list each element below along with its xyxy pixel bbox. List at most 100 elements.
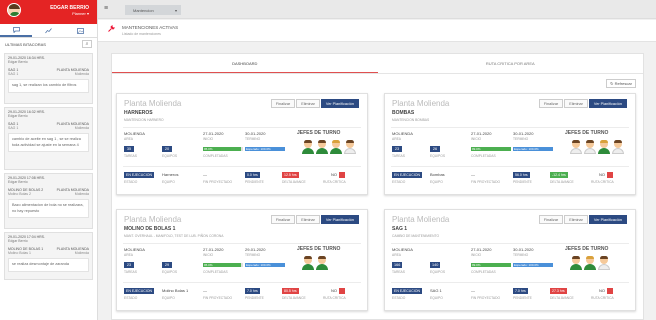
projected-end-value: —: [471, 288, 475, 293]
card-description: CAMBIO DE MANTENIMIENTO: [392, 234, 440, 238]
delta-label: DELTA AVANCE: [550, 180, 574, 184]
end-date-label: TERMINO: [513, 137, 529, 141]
module-tab[interactable]: Mantencion ▾: [125, 5, 181, 15]
card-actions: Finalizar Eliminar Ver Planificación: [270, 99, 359, 108]
log-sub-right: Molienda: [74, 72, 89, 76]
pending-label: PENDIENTE: [245, 296, 264, 300]
shift-lead-avatar[interactable]: [344, 140, 356, 154]
maintenance-card: Planta Molienda HARNEROS MANTENCION HARNER…: [116, 93, 368, 195]
completed-progress-bar: 99.0%: [471, 147, 511, 151]
completed-progress-fill: 99.0%: [471, 263, 511, 267]
tasks-badge: 35: [124, 146, 134, 152]
search-icon[interactable]: ⌕: [82, 40, 92, 48]
card-actions: Finalizar Eliminar Ver Planificación: [538, 215, 627, 224]
delete-button[interactable]: Eliminar: [296, 99, 320, 108]
shift-lead-avatar[interactable]: [584, 140, 596, 154]
finalize-button[interactable]: Finalizar: [270, 215, 296, 224]
user-role-dropdown[interactable]: Planner ▾: [72, 11, 89, 16]
status-label: ESTADO: [392, 180, 406, 184]
shift-lead-avatar[interactable]: [302, 256, 314, 270]
tab-ruta-critica[interactable]: RUTA CRITICA POR AREA: [378, 54, 644, 73]
critical-path-label: RUTA CRITICA: [591, 180, 614, 184]
start-date-value: 27-01-2020: [471, 131, 492, 136]
expected-progress-fill: Esperado: 100.0%: [245, 147, 285, 151]
area-value: MOLIENDA: [392, 247, 413, 252]
end-date-value: 30-01-2020: [513, 247, 534, 252]
equipment-count-label: EQUIPOS: [162, 270, 178, 274]
log-sub-left: Molino Bolas 1: [8, 251, 31, 255]
critical-path-indicator: [339, 172, 345, 178]
equipment-label: EQUIPO: [162, 180, 175, 184]
expected-progress-fill: Esperado: 100.0%: [513, 147, 553, 151]
shift-lead-avatar[interactable]: [330, 140, 342, 154]
card-divider: [391, 166, 629, 167]
start-date-label: INICIO: [203, 253, 214, 257]
delete-button[interactable]: Eliminar: [564, 99, 588, 108]
tasks-label: TAREAS: [392, 270, 405, 274]
tasks-label: TAREAS: [124, 154, 137, 158]
log-card[interactable]: 29-01-2020 16:32 HRS. Edgar Berrio SAG 1…: [4, 107, 93, 170]
equipment-value: Harneros: [162, 172, 179, 177]
delete-button[interactable]: Eliminar: [564, 215, 588, 224]
shift-lead-avatar[interactable]: [598, 140, 610, 154]
image-icon[interactable]: [65, 24, 97, 37]
finalize-button[interactable]: Finalizar: [538, 99, 564, 108]
log-text: se realiza desmontaje de zaranda: [8, 258, 89, 272]
delete-button[interactable]: Eliminar: [296, 215, 320, 224]
avatar[interactable]: [7, 3, 21, 17]
chevron-down-icon: ▾: [174, 7, 177, 13]
maintenance-card: Planta Molienda SAG 1 CAMBIO DE MANTENIMIE…: [384, 209, 636, 311]
critical-path-indicator: [607, 288, 613, 294]
log-text: cambio de aceite en sag 1 , se se realiz…: [8, 133, 89, 152]
menu-icon[interactable]: ≡: [104, 5, 108, 12]
critical-path-label: RUTA CRITICA: [323, 296, 346, 300]
completed-label: COMPLETADAS: [203, 270, 228, 274]
card-divider: [391, 282, 629, 283]
page-header: MANTENCIONES ACTIVAS Listado de mantenci…: [98, 20, 656, 42]
shift-lead-avatar[interactable]: [584, 256, 596, 270]
finalize-button[interactable]: Finalizar: [270, 99, 296, 108]
view-planning-button[interactable]: Ver Planificación: [320, 215, 359, 224]
view-planning-button[interactable]: Ver Planificación: [588, 215, 627, 224]
refresh-button[interactable]: ↻ Refrescar: [606, 79, 636, 88]
shift-lead-avatar[interactable]: [612, 140, 624, 154]
start-date-value: 27-01-2020: [203, 131, 224, 136]
shift-lead-avatar[interactable]: [570, 256, 582, 270]
shift-lead-avatar[interactable]: [570, 140, 582, 154]
log-card[interactable]: 29-01-2020 17:08 HRS. Edgar Berrio MOLIN…: [4, 173, 93, 229]
maintenance-card: Planta Molienda MOLINO DE BOLAS 1 MANT. OV…: [116, 209, 368, 311]
log-card[interactable]: 29-01-2020 16:34 HRS. Edgar Berrio SAG 1…: [4, 53, 93, 104]
critical-path-label: RUTA CRITICA: [323, 180, 346, 184]
tab-dashboard[interactable]: DASHBOARD: [112, 54, 378, 73]
finalize-button[interactable]: Finalizar: [538, 215, 564, 224]
equipment-count-badge: 20: [162, 146, 172, 152]
shift-lead-avatar[interactable]: [302, 140, 314, 154]
card-header: Planta Molienda MOLINO DE BOLAS 1 MANT. OV…: [124, 215, 223, 238]
pending-badge: 7.0 hrs: [245, 288, 260, 294]
log-card[interactable]: 29-01-2020 17:04 HRS. Edgar Berrio MOLIN…: [4, 232, 93, 280]
completed-progress-fill: 95.0%: [203, 147, 241, 151]
view-planning-button[interactable]: Ver Planificación: [320, 99, 359, 108]
log-sub-left: SAG 1: [8, 126, 19, 130]
shift-lead-avatar[interactable]: [316, 256, 328, 270]
equipment-label: EQUIPO: [430, 296, 443, 300]
critical-path-indicator: [607, 172, 613, 178]
shift-leads-title: JEFES DE TURNO: [297, 246, 341, 252]
pending-label: PENDIENTE: [513, 180, 532, 184]
card-equipment-name: SAG 1: [392, 226, 408, 232]
completed-progress-bar: 95.0%: [203, 263, 243, 267]
projected-end-label: FIN PROYECTADO: [471, 296, 501, 300]
sidebar: EDGAR BERRIO Planner ▾ ULTIMAS BITACORAS…: [0, 0, 98, 320]
critical-path-indicator: [339, 288, 345, 294]
chart-icon[interactable]: [32, 24, 64, 37]
start-date-label: INICIO: [471, 253, 482, 257]
log-sub-right: Molienda: [74, 192, 89, 196]
shift-lead-avatar[interactable]: [598, 256, 610, 270]
card-equipment-name: HARNEROS: [124, 110, 153, 116]
equipment-value: Bombas: [430, 172, 445, 177]
card-description: MANTENCION BOMBAS: [392, 118, 430, 122]
shift-lead-avatar[interactable]: [316, 140, 328, 154]
chat-icon[interactable]: [0, 24, 33, 37]
view-planning-button[interactable]: Ver Planificación: [588, 99, 627, 108]
log-sub-right: Molienda: [74, 251, 89, 255]
